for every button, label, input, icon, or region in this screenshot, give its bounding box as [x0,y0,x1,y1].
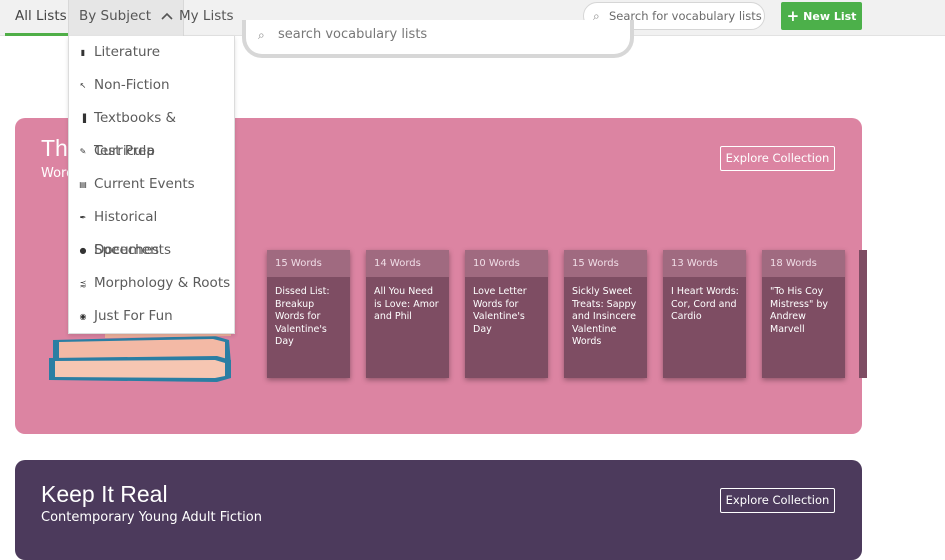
explore-collection-button[interactable]: Explore Collection [720,488,835,513]
plus-icon: + [786,7,800,25]
menu-item-literature[interactable]: ▮ Literature [69,36,236,69]
quill-icon: ✒ [79,213,87,222]
list-title: Love Letter Words for Valentine's Day [473,286,527,335]
textbooks-icon: ▐ [79,114,87,123]
tab-by-subject[interactable]: By Subject [68,0,185,37]
menu-item-label: Test Prep [94,143,155,159]
word-count: 15 Words [267,250,350,277]
list-title: "To His Coy Mistress" by Andrew Marvell [770,286,828,335]
new-list-label: New List [803,10,857,23]
newspaper-icon: ▤ [79,180,87,189]
tab-all-lists[interactable]: All Lists [5,0,77,36]
menu-item-non-fiction[interactable]: ↖ Non-Fiction [69,69,236,102]
menu-item-label: Current Events [94,176,195,192]
menu-item-morphology-roots[interactable]: ⪷ Morphology & Roots [69,267,236,300]
microphone-icon: ● [79,246,87,255]
menu-item-speeches[interactable]: ● Speeches [69,234,236,267]
menu-item-label: Just For Fun [94,308,173,324]
menu-item-label: Speeches [94,242,160,258]
word-count: 15 Words [564,250,647,277]
list-title: All You Need is Love: Amor and Phil [374,286,439,322]
word-count: 18 Words [762,250,845,277]
books-illustration [49,330,231,382]
menu-item-current-events[interactable]: ▤ Current Events [69,168,236,201]
menu-item-label: Non-Fiction [94,77,170,93]
list-title: Sickly Sweet Treats: Sappy and Insincere… [572,286,637,347]
search-icon: ⌕ [258,28,265,42]
vocabulary-search-field[interactable]: ⌕ search vocabulary lists [242,20,634,58]
globe-icon: ◉ [79,312,87,321]
collection-title-start: Th [41,135,68,161]
word-count: 14 Words [366,250,449,277]
list-title: I Heart Words: Cor, Cord and Cardio [671,286,739,322]
menu-item-textbooks[interactable]: ▐ Textbooks & Curricula [69,102,236,159]
word-list-card[interactable]: 15 Words Dissed List: Breakup Words for … [267,250,350,378]
word-count: 13 Words [663,250,746,277]
word-list-card[interactable]: 14 Words All You Need is Love: Amor and … [366,250,449,378]
new-list-button[interactable]: + New List [781,2,862,30]
menu-item-just-for-fun[interactable]: ◉ Just For Fun [69,300,236,333]
pencil-icon: ✎ [79,147,87,156]
word-list-card-partial[interactable] [859,250,867,378]
pin-icon: ↖ [79,81,87,90]
roots-icon: ⪷ [79,279,87,288]
tab-by-subject-label: By Subject [79,8,152,24]
menu-item-historical-documents[interactable]: ✒ Historical Documents [69,201,236,258]
tab-my-lists[interactable]: My Lists [169,0,244,36]
vocabulary-search-placeholder: search vocabulary lists [278,27,428,42]
explore-collection-button[interactable]: Explore Collection [720,146,835,171]
collection-title: Keep It Real [41,481,168,507]
menu-item-label: Literature [94,44,161,60]
word-list-card[interactable]: 10 Words Love Letter Words for Valentine… [465,250,548,378]
word-list-card[interactable]: 15 Words Sickly Sweet Treats: Sappy and … [564,250,647,378]
menu-item-test-prep[interactable]: ✎ Test Prep [69,135,236,168]
collection-subtitle: Contemporary Young Adult Fiction [41,510,262,525]
book-icon: ▮ [80,48,86,57]
word-list-card[interactable]: 13 Words I Heart Words: Cor, Cord and Ca… [663,250,746,378]
subject-dropdown-menu: ▮ Literature ↖ Non-Fiction ▐ Textbooks & Cu… [68,36,235,334]
menu-item-label: Morphology & Roots [94,275,231,291]
word-list-card[interactable]: 18 Words "To His Coy Mistress" by Andrew… [762,250,845,378]
collection-card-keep-it-real: Keep It Real Contemporary Young Adult Fi… [15,460,862,560]
list-title: Dissed List: Breakup Words for Valentine… [275,286,330,347]
word-count: 10 Words [465,250,548,277]
